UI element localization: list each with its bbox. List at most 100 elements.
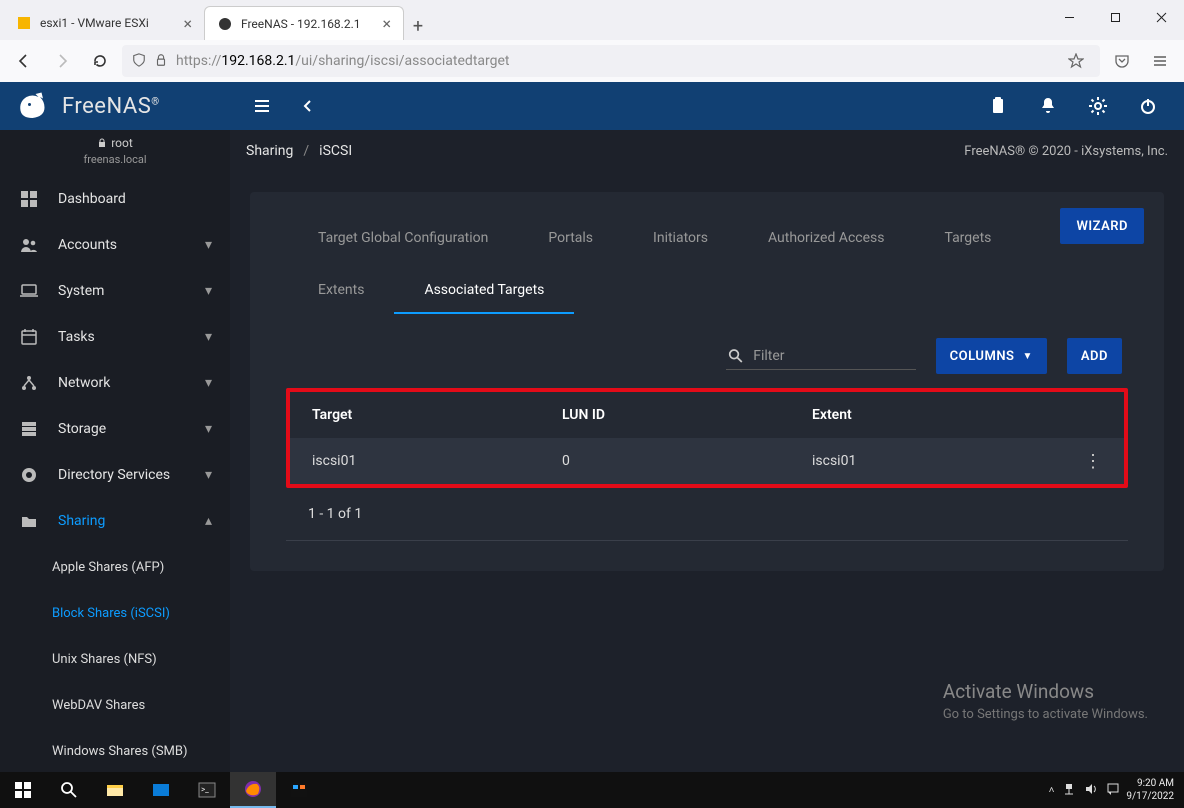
chevron-down-icon: ▾ bbox=[205, 283, 212, 299]
sidebar-item-smb[interactable]: Windows Shares (SMB) bbox=[0, 728, 230, 772]
nav-bar: https://192.168.2.1/ui/sharing/iscsi/ass… bbox=[0, 40, 1184, 82]
sidebar-item-accounts[interactable]: Accounts ▾ bbox=[0, 222, 230, 268]
sidebar-item-nfs[interactable]: Unix Shares (NFS) bbox=[0, 636, 230, 682]
wizard-button[interactable]: WIZARD bbox=[1060, 208, 1144, 244]
tab-title: esxi1 - VMware ESXi bbox=[40, 16, 149, 30]
menu-toggle-button[interactable] bbox=[242, 86, 282, 126]
table-header: Target LUN ID Extent bbox=[290, 392, 1124, 438]
sidebar-item-network[interactable]: Network ▾ bbox=[0, 360, 230, 406]
window-minimize-button[interactable] bbox=[1046, 0, 1092, 34]
browser-tab-freenas[interactable]: FreeNAS - 192.168.2.1 × bbox=[204, 6, 404, 40]
freenas-logo-icon bbox=[16, 88, 52, 124]
url-bar[interactable]: https://192.168.2.1/ui/sharing/iscsi/ass… bbox=[122, 45, 1100, 77]
calendar-icon bbox=[18, 328, 40, 346]
logo[interactable]: FreeNAS® bbox=[0, 82, 230, 130]
filter-input[interactable] bbox=[753, 348, 913, 364]
clipboard-icon[interactable] bbox=[980, 88, 1016, 124]
bell-icon[interactable] bbox=[1030, 88, 1066, 124]
taskbar: >_ ˄ 9:20 AM 9/17/2022 bbox=[0, 772, 1184, 808]
collapse-sidebar-button[interactable] bbox=[288, 86, 328, 126]
breadcrumb-b[interactable]: iSCSI bbox=[319, 143, 352, 159]
browser-chrome: esxi1 - VMware ESXi × FreeNAS - 192.168.… bbox=[0, 0, 1184, 82]
shield-icon bbox=[132, 52, 146, 71]
tab-targets[interactable]: Targets bbox=[914, 220, 1021, 262]
pocket-icon[interactable] bbox=[1106, 45, 1138, 77]
people-icon bbox=[18, 236, 40, 254]
taskbar-explorer-icon[interactable] bbox=[92, 772, 138, 808]
chevron-down-icon: ▼ bbox=[1022, 351, 1032, 362]
chevron-down-icon: ▾ bbox=[205, 467, 212, 483]
th-target[interactable]: Target bbox=[290, 407, 540, 423]
associated-targets-table: Target LUN ID Extent iscsi01 0 iscsi01 ⋮ bbox=[286, 388, 1128, 488]
app-root: FreeNAS® root freenas.local Dashboard bbox=[0, 82, 1184, 772]
svg-text:>_: >_ bbox=[201, 785, 209, 794]
taskbar-vmrc-icon[interactable] bbox=[276, 772, 322, 808]
sidebar-item-iscsi[interactable]: Block Shares (iSCSI) bbox=[0, 590, 230, 636]
tab-close-icon[interactable]: × bbox=[382, 14, 391, 33]
sidebar-item-dashboard[interactable]: Dashboard bbox=[0, 176, 230, 222]
directory-services-icon bbox=[18, 466, 40, 484]
app-header: FreeNAS® bbox=[0, 82, 1184, 130]
table-row[interactable]: iscsi01 0 iscsi01 ⋮ bbox=[290, 438, 1124, 484]
tray-chevron-up-icon[interactable]: ˄ bbox=[1049, 785, 1055, 796]
sidebar-item-system[interactable]: System ▾ bbox=[0, 268, 230, 314]
taskbar-app-icon[interactable] bbox=[138, 772, 184, 808]
sidebar-item-tasks[interactable]: Tasks ▾ bbox=[0, 314, 230, 360]
network-icon bbox=[18, 374, 40, 392]
url-text: https://192.168.2.1/ui/sharing/iscsi/ass… bbox=[176, 53, 1054, 69]
sidebar-item-webdav[interactable]: WebDAV Shares bbox=[0, 682, 230, 728]
tab-portals[interactable]: Portals bbox=[518, 220, 623, 262]
tab-close-icon[interactable]: × bbox=[183, 14, 192, 33]
main-content: Sharing / iSCSI FreeNAS® © 2020 - iXsyst… bbox=[230, 130, 1184, 772]
tab-extents[interactable]: Extents bbox=[288, 272, 394, 314]
logo-text: FreeNAS® bbox=[62, 94, 160, 119]
th-lun[interactable]: LUN ID bbox=[540, 407, 790, 423]
menu-icon[interactable] bbox=[1144, 45, 1176, 77]
breadcrumb-a[interactable]: Sharing bbox=[246, 143, 293, 159]
new-tab-button[interactable]: + bbox=[404, 12, 432, 40]
chevron-down-icon: ▾ bbox=[205, 375, 212, 391]
iscsi-card: WIZARD Target Global Configuration Porta… bbox=[250, 192, 1164, 571]
tabs-row-1: Target Global Configuration Portals Init… bbox=[272, 212, 1142, 262]
tab-initiators[interactable]: Initiators bbox=[623, 220, 738, 262]
laptop-icon bbox=[18, 282, 40, 300]
add-button[interactable]: ADD bbox=[1067, 338, 1122, 374]
start-button[interactable] bbox=[0, 772, 46, 808]
sidebar: root freenas.local Dashboard Accounts ▾ … bbox=[0, 130, 230, 772]
taskbar-search-icon[interactable] bbox=[46, 772, 92, 808]
th-extent[interactable]: Extent bbox=[790, 407, 1054, 423]
browser-tab-esxi[interactable]: esxi1 - VMware ESXi × bbox=[4, 6, 204, 40]
columns-button[interactable]: COLUMNS▼ bbox=[936, 338, 1047, 374]
sidebar-item-sharing[interactable]: Sharing ▴ bbox=[0, 498, 230, 544]
bookmark-icon[interactable] bbox=[1062, 47, 1090, 75]
row-more-icon[interactable]: ⋮ bbox=[1084, 451, 1102, 472]
taskbar-firefox-icon[interactable] bbox=[230, 772, 276, 808]
tray-volume-icon[interactable] bbox=[1084, 782, 1098, 799]
window-maximize-button[interactable] bbox=[1092, 0, 1138, 34]
td-target: iscsi01 bbox=[290, 453, 540, 469]
lock-icon bbox=[154, 52, 168, 71]
nav-forward-button[interactable] bbox=[46, 45, 78, 77]
taskbar-terminal-icon[interactable]: >_ bbox=[184, 772, 230, 808]
tab-title: FreeNAS - 192.168.2.1 bbox=[241, 17, 361, 31]
td-lun: 0 bbox=[540, 453, 790, 469]
tabs-row-2: Extents Associated Targets bbox=[272, 262, 1142, 314]
window-close-button[interactable] bbox=[1138, 0, 1184, 34]
power-icon[interactable] bbox=[1130, 88, 1166, 124]
tab-target-global-config[interactable]: Target Global Configuration bbox=[288, 220, 518, 262]
tray-network-icon[interactable] bbox=[1062, 782, 1076, 799]
gear-icon[interactable] bbox=[1080, 88, 1116, 124]
system-tray[interactable]: ˄ bbox=[1049, 782, 1121, 799]
taskbar-clock[interactable]: 9:20 AM 9/17/2022 bbox=[1126, 777, 1174, 803]
tray-notifications-icon[interactable] bbox=[1106, 782, 1120, 799]
sidebar-item-directory-services[interactable]: Directory Services ▾ bbox=[0, 452, 230, 498]
nav-back-button[interactable] bbox=[8, 45, 40, 77]
td-extent: iscsi01 bbox=[790, 453, 1054, 469]
dashboard-icon bbox=[18, 190, 40, 208]
tab-associated-targets[interactable]: Associated Targets bbox=[394, 272, 574, 314]
tab-authorized-access[interactable]: Authorized Access bbox=[738, 220, 915, 262]
sidebar-item-afp[interactable]: Apple Shares (AFP) bbox=[0, 544, 230, 590]
filter-input-wrap[interactable] bbox=[726, 343, 916, 370]
sidebar-item-storage[interactable]: Storage ▾ bbox=[0, 406, 230, 452]
nav-reload-button[interactable] bbox=[84, 45, 116, 77]
